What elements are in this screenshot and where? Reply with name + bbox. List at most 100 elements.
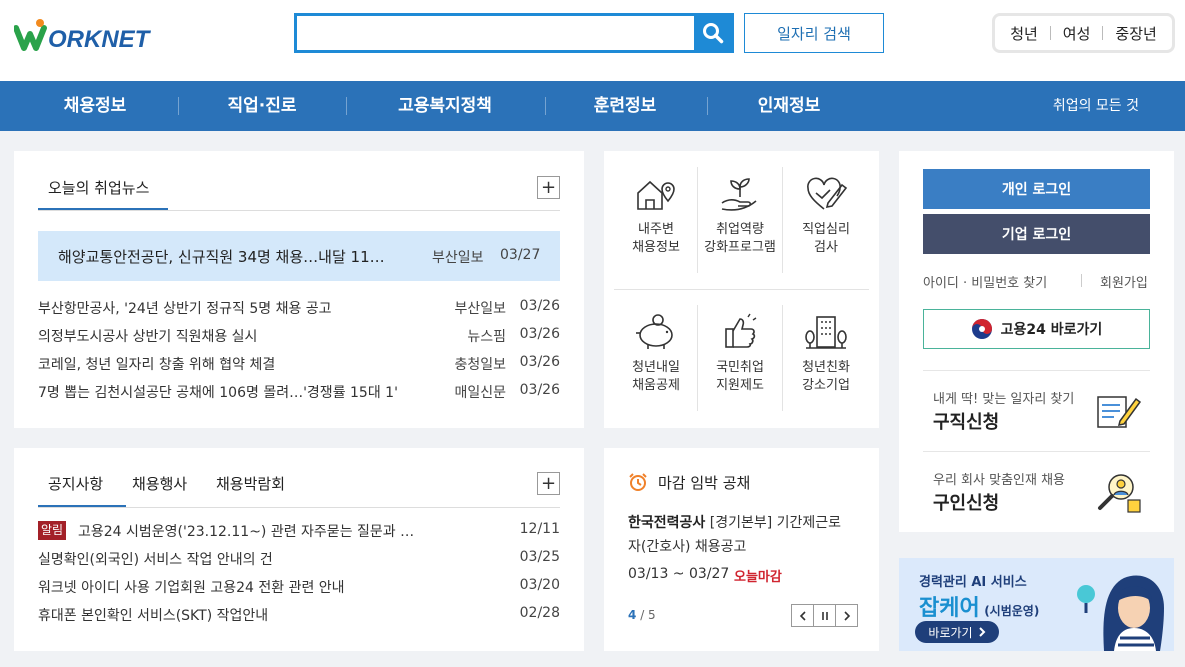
nav-all-about-jobs[interactable]: 취업의 모든 것 xyxy=(1053,81,1139,131)
news-row[interactable]: 의정부도시공사 상반기 직원채용 실시 뉴스핌 03/26 xyxy=(38,326,560,348)
notice-more-button[interactable]: + xyxy=(537,472,560,495)
nav-welfare-policy[interactable]: 고용복지정책 xyxy=(375,81,515,131)
character-illustration xyxy=(1077,575,1164,651)
news-more-button[interactable]: + xyxy=(537,176,560,199)
next-button[interactable] xyxy=(835,604,858,627)
jobcare-banner[interactable]: 경력관리 AI 서비스 잡케어 (시범운영) 바로가기 xyxy=(899,558,1174,651)
service-label: 취업역량 xyxy=(716,222,764,237)
service-career-psych-test[interactable]: 직업심리 검사 xyxy=(784,175,868,257)
notice-title: 휴대폰 본인확인 서비스(SKT) 작업안내 xyxy=(38,608,269,624)
news-title: 부산항만공사, '24년 상반기 정규직 5명 채용 공고 xyxy=(38,301,332,317)
user-type-middle-aged[interactable]: 중장년 xyxy=(1115,23,1156,44)
service-employment-capacity[interactable]: 취업역량 강화프로그램 xyxy=(698,175,782,257)
user-type-youth[interactable]: 청년 xyxy=(1010,23,1038,44)
service-label: 강화프로그램 xyxy=(704,240,776,255)
gov24-shortcut-button[interactable]: 고용24 바로가기 xyxy=(923,309,1150,349)
service-label: 직업심리 xyxy=(802,222,850,237)
search-button[interactable] xyxy=(694,16,731,50)
tab-today-news[interactable]: 오늘의 취업뉴스 xyxy=(48,177,149,198)
divider xyxy=(1102,26,1104,40)
tab-notices[interactable]: 공지사항 xyxy=(48,473,103,494)
nav-career[interactable]: 직업·진로 xyxy=(207,81,317,131)
service-youth-friendly-companies[interactable]: 청년친화 강소기업 xyxy=(784,313,868,395)
deadline-desc: 자(간호사) 채용공고 xyxy=(628,539,747,555)
search-input[interactable] xyxy=(297,16,695,50)
deadline-company: 한국전력공사 xyxy=(628,515,706,531)
news-row[interactable]: 코레일, 청년 일자리 창출 위해 협약 체결 충청일보 03/26 xyxy=(38,354,560,376)
headline-title: 해양교통안전공단, 신규직원 34명 채용…내달 11… xyxy=(58,248,385,266)
job-seek-title: 구직신청 xyxy=(933,412,1000,433)
service-national-employment-support[interactable]: 국민취업 지원제도 xyxy=(698,313,782,395)
divider xyxy=(1049,26,1051,40)
join-link[interactable]: 회원가입 xyxy=(1100,272,1148,291)
deadline-panel: 마감 임박 공채 한국전력공사 [경기본부] 기간제근로 자(간호사) 채용공고… xyxy=(604,448,879,651)
worknet-logo[interactable]: ORKNET xyxy=(13,18,174,54)
service-label: 청년친화 xyxy=(802,360,850,375)
notice-date: 02/28 xyxy=(519,605,560,621)
user-type-selector: 청년 여성 중장년 xyxy=(992,13,1175,53)
job-seek-application[interactable]: 내게 딱! 맞는 일자리 찾기 구직신청 xyxy=(899,371,1174,451)
notice-row[interactable]: 워크넷 아이디 사용 기업회원 고용24 전환 관련 안내 03/20 xyxy=(38,577,560,599)
tab-job-events[interactable]: 채용행사 xyxy=(132,473,187,494)
deadline-job-posting[interactable]: 한국전력공사 [경기본부] 기간제근로 자(간호사) 채용공고 xyxy=(628,511,858,559)
divider xyxy=(545,97,546,115)
notice-date: 03/25 xyxy=(519,549,560,565)
pager-current: 4 xyxy=(628,608,637,622)
headline-news[interactable]: 해양교통안전공단, 신규직원 34명 채용…내달 11… 부산일보 03/27 xyxy=(38,231,560,281)
news-row[interactable]: 부산항만공사, '24년 상반기 정규직 5명 채용 공고 부산일보 03/26 xyxy=(38,298,560,320)
notice-title: 워크넷 아이디 사용 기업회원 고용24 전환 관련 안내 xyxy=(38,580,345,596)
divider xyxy=(782,167,783,273)
news-source: 충청일보 xyxy=(454,357,506,373)
user-type-women[interactable]: 여성 xyxy=(1063,23,1091,44)
divider xyxy=(38,507,560,508)
banner-brand: 잡케어 xyxy=(919,596,980,621)
pause-icon xyxy=(821,611,828,620)
nav-talent[interactable]: 인재정보 xyxy=(734,81,844,131)
pager-total: / 5 xyxy=(640,608,656,622)
notice-row[interactable]: 휴대폰 본인확인 서비스(SKT) 작업안내 02/28 xyxy=(38,605,560,627)
news-title: 의정부도시공사 상반기 직원채용 실시 xyxy=(38,329,258,345)
service-nearby-jobs[interactable]: 내주변 채용정보 xyxy=(614,175,698,257)
service-youth-savings[interactable]: 청년내일 채움공제 xyxy=(614,313,698,395)
news-row[interactable]: 7명 뽑는 김천시설공단 공채에 106명 몰려…'경쟁률 15대 1' 매일신… xyxy=(38,382,560,404)
banner-subtitle: 경력관리 AI 서비스 xyxy=(919,575,1027,590)
news-panel: 오늘의 취업뉴스 + 해양교통안전공단, 신규직원 34명 채용…내달 11… … xyxy=(14,151,584,428)
service-label: 검사 xyxy=(814,240,838,255)
news-date: 03/26 xyxy=(519,326,560,342)
notice-row[interactable]: 실명확인(외국인) 서비스 작업 안내의 건 03/25 xyxy=(38,549,560,571)
service-label: 강소기업 xyxy=(802,378,850,393)
pause-button[interactable] xyxy=(813,604,836,627)
tab-job-fairs[interactable]: 채용박람회 xyxy=(216,473,285,494)
service-label: 국민취업 xyxy=(716,360,764,375)
service-label: 내주변 xyxy=(638,222,674,237)
svg-text:ORKNET: ORKNET xyxy=(48,26,152,53)
personal-login-button[interactable]: 개인 로그인 xyxy=(923,169,1150,209)
nav-training[interactable]: 훈련정보 xyxy=(570,81,680,131)
service-label: 채움공제 xyxy=(632,378,680,393)
chevron-right-icon xyxy=(978,627,985,637)
nav-recruitment[interactable]: 채용정보 xyxy=(40,81,150,131)
notice-row[interactable]: 알림 고용24 시범운영('23.12.11~) 관련 자주묻는 질문과 … 1… xyxy=(38,521,560,543)
hand-sprout-icon xyxy=(721,178,757,211)
taegeuk-icon xyxy=(971,319,992,339)
company-login-button[interactable]: 기업 로그인 xyxy=(923,214,1150,254)
news-title: 7명 뽑는 김천시설공단 공채에 106명 몰려…'경쟁률 15대 1' xyxy=(38,385,398,401)
alarm-clock-icon xyxy=(629,473,647,491)
prev-button[interactable] xyxy=(791,604,814,627)
banner-go-button[interactable]: 바로가기 xyxy=(915,621,999,643)
service-label: 채용정보 xyxy=(632,240,680,255)
recruit-application[interactable]: 우리 회사 맞춤인재 채용 구인신청 xyxy=(899,452,1174,532)
thumbs-up-icon xyxy=(725,313,757,348)
chevron-left-icon xyxy=(799,610,806,621)
piggy-bank-icon xyxy=(636,314,673,349)
banner-note: (시범운영) xyxy=(984,604,1040,618)
divider xyxy=(782,305,783,411)
deadline-title: 마감 임박 공채 xyxy=(658,474,751,492)
deadline-period: 03/13 ~ 03/27 xyxy=(628,566,730,582)
divider xyxy=(614,289,869,290)
application-form-icon xyxy=(1097,396,1142,428)
find-id-password-link[interactable]: 아이디 · 비밀번호 찾기 xyxy=(923,272,1047,291)
job-search-button[interactable]: 일자리 검색 xyxy=(744,13,884,53)
house-map-pin-icon xyxy=(637,180,675,210)
deadline-status: 오늘마감 xyxy=(734,570,782,585)
